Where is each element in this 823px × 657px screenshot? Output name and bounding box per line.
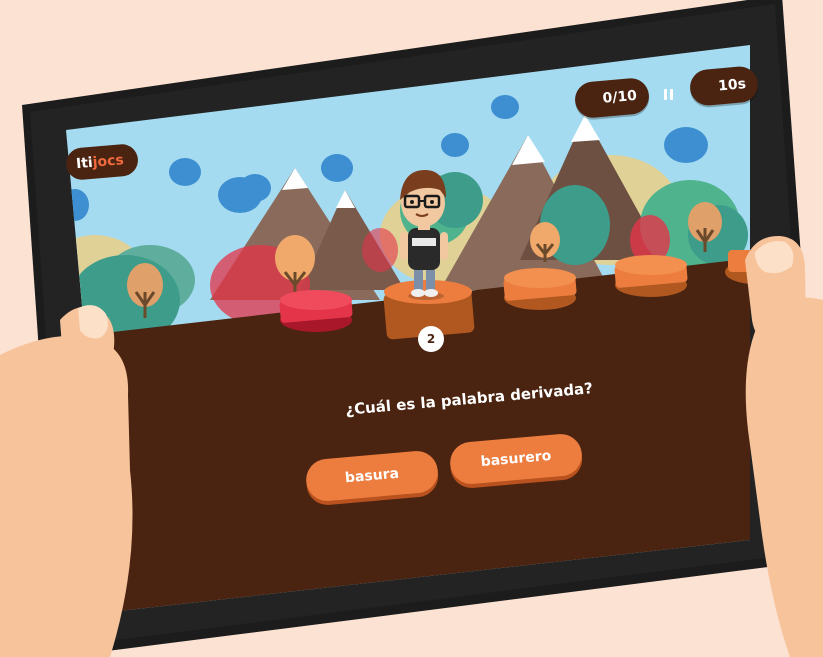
logo-prefix: Iti (75, 154, 94, 173)
platform-3 (503, 268, 577, 310)
platform-1 (279, 290, 353, 332)
timer-text: 10s (717, 76, 747, 95)
step-number-badge: 2 (418, 326, 444, 352)
answer-label: basura (344, 465, 400, 487)
step-number: 2 (426, 332, 436, 346)
platform-4 (614, 255, 688, 297)
left-hand (0, 305, 133, 657)
score-text: 0/10 (601, 87, 638, 107)
answer-label: basurero (480, 447, 552, 471)
right-hand (745, 235, 823, 657)
logo-suffix: jocs (92, 152, 125, 171)
